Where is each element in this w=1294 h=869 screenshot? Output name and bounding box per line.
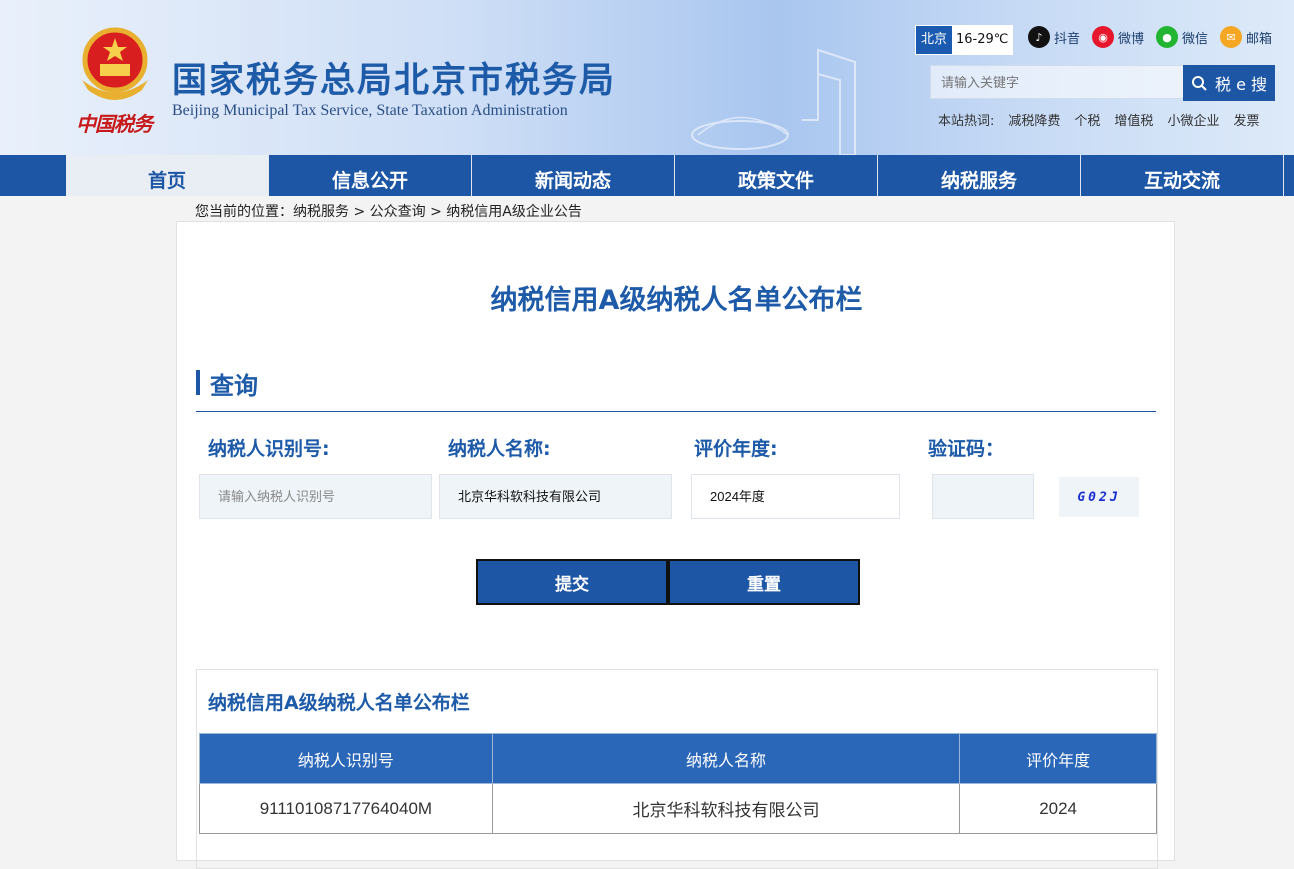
weibo-link[interactable]: ◉ 微博 — [1092, 26, 1144, 48]
table-row: 91110108717764040M 北京华科软科技有限公司 2024 — [199, 783, 1157, 834]
weibo-label: 微博 — [1118, 31, 1145, 47]
mail-icon: ✉ — [1220, 26, 1242, 48]
breadcrumb: 您当前的位置：纳税服务 > 公众查询 > 纳税信用A级企业公告 — [195, 204, 582, 220]
query-section-title: 查询 — [210, 372, 258, 400]
taxpayer-id-label: 纳税人识别号: — [208, 438, 330, 460]
nav-item-home[interactable]: 首页 — [66, 155, 269, 196]
taxpayer-name-input[interactable]: 北京华科软科技有限公司 — [439, 474, 672, 519]
national-emblem-icon — [82, 27, 148, 100]
taxpayer-name-label: 纳税人名称: — [448, 438, 551, 460]
section-marker — [196, 370, 200, 395]
nav-item-interaction[interactable]: 互动交流 — [1081, 155, 1284, 196]
weather-widget: 北京 16-29℃ — [915, 25, 1014, 55]
submit-button[interactable]: 提交 — [476, 559, 668, 605]
page-title: 纳税信用A级纳税人名单公布栏 — [490, 285, 863, 316]
reset-button[interactable]: 重置 — [668, 559, 860, 605]
evaluation-year-label: 评价年度: — [694, 438, 778, 460]
building-illustration — [691, 48, 856, 155]
search-icon — [1191, 76, 1207, 91]
wechat-icon: ● — [1156, 26, 1178, 48]
result-title: 纳税信用A级纳税人名单公布栏 — [208, 692, 470, 714]
nav-item-policy[interactable]: 政策文件 — [675, 155, 878, 196]
search-input[interactable] — [930, 65, 1185, 99]
main-nav: 首页 信息公开 新闻动态 政策文件 纳税服务 互动交流 — [0, 155, 1294, 196]
hot-words: 本站热词: 减税降费 个税 增值税 小微企业 发票 — [938, 110, 1259, 129]
captcha-label: 验证码： — [928, 438, 1005, 460]
search-button[interactable]: 税 e 搜 — [1183, 65, 1275, 101]
nav-item-news[interactable]: 新闻动态 — [472, 155, 675, 196]
douyin-label: 抖音 — [1054, 31, 1081, 47]
tax-seal-logo: 中国税务 — [76, 112, 153, 136]
search-button-label: 税 e 搜 — [1214, 75, 1268, 94]
hot-words-label: 本站热词: — [938, 114, 995, 129]
captcha-input[interactable] — [932, 474, 1034, 519]
nav-item-info-disclosure[interactable]: 信息公开 — [269, 155, 472, 196]
taxpayer-id-input[interactable]: 请输入纳税人识别号 — [199, 474, 432, 519]
column-header: 纳税人名称 — [491, 733, 961, 784]
wechat-link[interactable]: ● 微信 — [1156, 26, 1208, 48]
weather-temp: 16-29℃ — [952, 26, 1013, 54]
douyin-link[interactable]: ♪ 抖音 — [1028, 26, 1080, 48]
evaluation-year-select[interactable]: 2024年度 — [691, 474, 900, 519]
nav-item-tax-service[interactable]: 纳税服务 — [878, 155, 1081, 196]
hot-word-link[interactable]: 个税 — [1074, 110, 1100, 129]
hot-word-link[interactable]: 小微企业 — [1167, 110, 1219, 129]
site-search: 税 e 搜 — [930, 65, 1275, 101]
weibo-icon: ◉ — [1092, 26, 1114, 48]
mail-link[interactable]: ✉ 邮箱 — [1220, 26, 1272, 48]
captcha-image[interactable]: G02J — [1059, 477, 1139, 517]
hot-word-link[interactable]: 发票 — [1233, 110, 1259, 129]
site-title[interactable]: 国家税务总局北京市税务局 — [172, 52, 616, 103]
site-subtitle: Beijing Municipal Tax Service, State Tax… — [172, 102, 568, 119]
taxpayer-id-cell: 91110108717764040M — [199, 783, 493, 834]
site-header: 中国税务 国家税务总局北京市税务局 Beijing Municipal Tax … — [0, 0, 1294, 155]
hot-word-link[interactable]: 增值税 — [1114, 110, 1153, 129]
weather-city: 北京 — [916, 26, 953, 54]
column-header: 评价年度 — [959, 733, 1157, 784]
douyin-icon: ♪ — [1028, 26, 1050, 48]
query-section-header: 查询 — [196, 366, 1156, 412]
taxpayer-name-cell: 北京华科软科技有限公司 — [491, 783, 961, 834]
evaluation-year-cell: 2024 — [959, 783, 1157, 834]
column-header: 纳税人识别号 — [199, 733, 493, 784]
result-section: 纳税信用A级纳税人名单公布栏 纳税人识别号 纳税人名称 评价年度 9111010… — [196, 669, 1158, 869]
content-panel: 纳税信用A级纳税人名单公布栏 查询 纳税人识别号: 纳税人名称: 评价年度: 验… — [176, 221, 1175, 869]
wechat-label: 微信 — [1182, 31, 1209, 47]
result-table: 纳税人识别号 纳税人名称 评价年度 91110108717764040M 北京华… — [199, 733, 1157, 834]
table-header-row: 纳税人识别号 纳税人名称 评价年度 — [199, 733, 1157, 784]
hot-word-link[interactable]: 减税降费 — [1008, 110, 1060, 129]
mail-label: 邮箱 — [1246, 31, 1273, 47]
